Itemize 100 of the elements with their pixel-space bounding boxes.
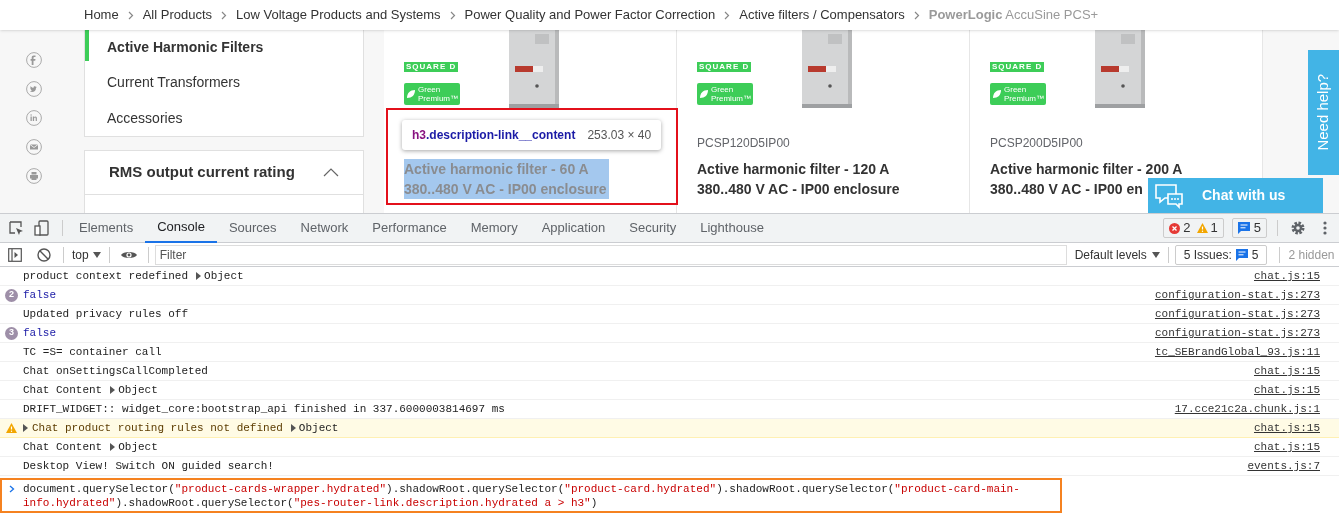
device-toggle-icon[interactable] bbox=[34, 220, 50, 236]
devtools-tab[interactable]: Network bbox=[288, 213, 361, 243]
product-title-line[interactable]: Active harmonic filter - 120 A bbox=[697, 159, 890, 179]
expand-triangle-icon bbox=[290, 424, 296, 432]
console-message: false bbox=[23, 325, 56, 341]
repeat-count-badge: 2 bbox=[5, 288, 18, 302]
expand-triangle-icon bbox=[110, 386, 116, 394]
breadcrumb-link[interactable]: All Products bbox=[142, 5, 213, 25]
object-preview[interactable]: Object bbox=[110, 438, 158, 456]
chat-icon bbox=[1154, 182, 1184, 209]
warning-icon bbox=[1196, 223, 1208, 233]
clear-icon[interactable] bbox=[37, 247, 51, 262]
expand-triangle-icon bbox=[110, 443, 116, 451]
settings-icon[interactable] bbox=[1290, 220, 1306, 236]
leaf-icon bbox=[699, 89, 709, 99]
devtools-tab[interactable]: Application bbox=[529, 213, 618, 243]
brand-logo: SQUARE D bbox=[697, 62, 752, 72]
category-link[interactable]: Active Harmonic Filters bbox=[85, 37, 264, 59]
warning-icon bbox=[6, 423, 17, 433]
object-label: Object bbox=[298, 420, 339, 436]
twitter-icon bbox=[26, 81, 42, 97]
expand-triangle-icon[interactable] bbox=[23, 424, 28, 432]
devtools-tab[interactable]: Memory bbox=[458, 213, 530, 243]
product-reference: PCSP200D5IP00 bbox=[990, 135, 1084, 152]
issues-label: 5 Issues: bbox=[1183, 246, 1232, 264]
context-dropdown[interactable]: top bbox=[72, 245, 101, 264]
sidebar-toggle-icon[interactable] bbox=[8, 247, 22, 262]
prompt-chevron-icon bbox=[9, 485, 15, 493]
dropdown-arrow-icon bbox=[92, 251, 101, 258]
breadcrumb-link[interactable]: Power Quality and Power Factor Correction bbox=[464, 5, 716, 25]
hidden-count: 2 hidden bbox=[1288, 246, 1335, 264]
category-link[interactable]: Current Transformers bbox=[85, 72, 241, 94]
print-icon bbox=[26, 168, 42, 184]
source-link[interactable]: configuration-stat.js:273 bbox=[1154, 286, 1320, 304]
console-message: TC =S= container call bbox=[23, 344, 162, 360]
brand-logo: SQUARE D bbox=[990, 62, 1045, 72]
source-link[interactable]: configuration-stat.js:273 bbox=[1154, 305, 1320, 323]
messages-counter[interactable]: 5 bbox=[1231, 218, 1267, 238]
issues-count: 5 bbox=[1251, 246, 1259, 264]
message-icon bbox=[1237, 222, 1250, 234]
chevron-up-icon[interactable] bbox=[323, 168, 339, 177]
source-link[interactable]: events.js:7 bbox=[1247, 457, 1320, 475]
product-title-line[interactable]: 380..480 V AC - IP00 enclosure bbox=[697, 179, 900, 199]
category-link[interactable]: Accessories bbox=[85, 107, 183, 129]
object-preview[interactable]: Object bbox=[196, 267, 244, 285]
brand-logo: SQUARE D bbox=[404, 62, 459, 72]
breadcrumb-link[interactable]: Home bbox=[84, 5, 119, 25]
product-title-line[interactable]: 380..480 V AC - IP00 en bbox=[990, 179, 1143, 199]
source-link[interactable]: chat.js:15 bbox=[1254, 419, 1320, 437]
object-preview[interactable]: Object bbox=[290, 419, 339, 437]
help-tab-label: Need help? bbox=[1313, 74, 1333, 151]
badge-text: Green Premium™ bbox=[711, 85, 751, 103]
selection-bar bbox=[85, 30, 89, 62]
chevron-right-icon bbox=[127, 10, 134, 20]
inspect-icon[interactable] bbox=[8, 220, 24, 236]
chevron-right-icon bbox=[221, 10, 228, 20]
filter-input[interactable]: Filter bbox=[154, 244, 1067, 265]
product-reference: PCSP120D5IP00 bbox=[697, 135, 791, 152]
devtools-tab[interactable]: Performance bbox=[360, 213, 459, 243]
issue-counter[interactable]: 2 1 bbox=[1163, 218, 1224, 238]
console-message: Chat onSettingsCallCompleted bbox=[23, 363, 208, 379]
source-link[interactable]: chat.js:15 bbox=[1254, 381, 1320, 399]
source-link[interactable]: configuration-stat.js:273 bbox=[1154, 324, 1320, 342]
source-link[interactable]: chat.js:15 bbox=[1254, 267, 1320, 285]
error-count: 2 bbox=[1183, 219, 1191, 238]
log-levels-dropdown[interactable]: Default levels bbox=[1074, 245, 1160, 264]
console-message: Updated privacy rules off bbox=[23, 306, 189, 322]
chevron-right-icon bbox=[913, 10, 920, 20]
issues-button[interactable]: 5 Issues: 5 bbox=[1174, 244, 1268, 265]
devtools-tab[interactable]: Lighthouse bbox=[688, 213, 776, 243]
badge-text: Green Premium™ bbox=[1004, 85, 1044, 103]
facebook-icon bbox=[26, 52, 42, 68]
devtools-tab[interactable]: Sources bbox=[216, 213, 289, 243]
console-message: DRIFT_WIDGET:: widget_core:bootstrap_api finished in 337.6000003814697 ms bbox=[23, 401, 505, 417]
repeat-count-badge: 3 bbox=[5, 326, 18, 340]
source-link[interactable]: chat.js:15 bbox=[1254, 438, 1320, 456]
devtools-tab[interactable]: Security bbox=[617, 213, 689, 243]
chevron-right-icon bbox=[449, 10, 456, 20]
console-input-code[interactable]: document.querySelector("product-cards-wrapper.hydrated").shadowRoot.querySelector("product-card.hydrated").shadowRoot.querySelector("product-card-main-info.hydrated").shadowRoot.querySelector("pes-router-link.description.hydrated a > h3") bbox=[23, 482, 1023, 510]
message-count: 5 bbox=[1253, 219, 1261, 238]
devtools-tab[interactable]: Elements bbox=[67, 213, 146, 243]
console-message: Chat Content bbox=[23, 382, 103, 398]
source-link[interactable]: tc_SEBrandGlobal_93.js:11 bbox=[1154, 343, 1320, 361]
object-label: Object bbox=[118, 382, 158, 398]
more-options-icon[interactable] bbox=[1323, 221, 1327, 235]
object-preview[interactable]: Object bbox=[110, 381, 158, 399]
console-message: Chat Content bbox=[23, 439, 103, 455]
message-icon bbox=[1235, 248, 1248, 261]
expand-triangle-icon bbox=[196, 272, 202, 280]
breadcrumb-link[interactable]: Active filters / Compensators bbox=[739, 5, 905, 25]
product-title-line[interactable]: Active harmonic filter - 200 A bbox=[990, 159, 1183, 179]
element-selector: h3.description-link__content bbox=[412, 127, 576, 144]
source-link[interactable]: chat.js:15 bbox=[1254, 362, 1320, 380]
chevron-right-icon bbox=[724, 10, 731, 20]
source-link[interactable]: 17.cce21c2a.chunk.js:1 bbox=[1174, 400, 1320, 418]
dropdown-arrow-icon bbox=[1151, 251, 1160, 258]
error-icon bbox=[1169, 222, 1181, 234]
breadcrumb-link[interactable]: Low Voltage Products and Systems bbox=[236, 5, 441, 25]
linkedin-icon bbox=[26, 110, 42, 126]
console-message: false bbox=[23, 287, 56, 303]
